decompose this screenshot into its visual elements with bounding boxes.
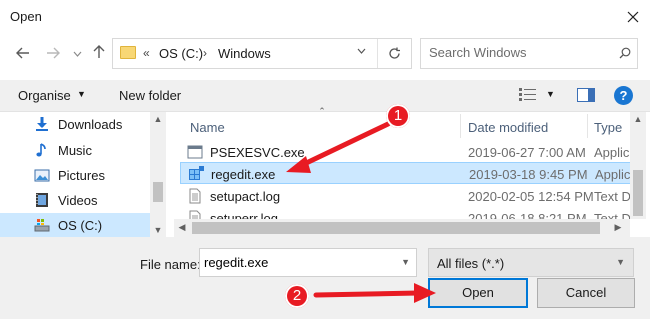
nav-item-downloads[interactable]: Downloads <box>0 112 150 137</box>
file-name: setupact.log <box>210 189 281 204</box>
search-input[interactable] <box>429 45 609 60</box>
recent-locations-button[interactable] <box>68 45 86 63</box>
column-header-name[interactable]: Name <box>190 120 225 135</box>
annotation-callout-2: 2 <box>285 284 309 308</box>
search-icon <box>619 47 631 62</box>
close-button[interactable] <box>616 0 650 34</box>
pictures-icon <box>34 167 50 183</box>
nav-item-os-c[interactable]: OS (C:) <box>0 213 150 238</box>
breadcrumb-os-c[interactable]: OS (C:) <box>159 46 203 61</box>
chevron-down-icon[interactable]: ▼ <box>401 257 410 267</box>
horizontal-scrollbar[interactable]: ◀ ▶ <box>174 219 630 237</box>
forward-arrow-icon <box>47 47 60 59</box>
nav-label: Music <box>58 143 92 158</box>
file-row-selected[interactable]: regedit.exe 2019-03-18 9:45 PM Applica <box>180 162 638 184</box>
cancel-button[interactable]: Cancel <box>537 278 635 308</box>
file-name-combo[interactable]: ▼ <box>199 248 417 277</box>
back-button[interactable] <box>14 45 32 63</box>
nav-item-music[interactable]: Music <box>0 138 150 163</box>
view-dropdown-icon[interactable]: ▼ <box>546 89 555 99</box>
organise-button[interactable]: Organise <box>18 88 71 103</box>
folder-icon <box>120 46 136 59</box>
new-folder-button[interactable]: New folder <box>119 88 181 103</box>
chevron-down-icon <box>73 51 81 57</box>
back-arrow-icon <box>16 47 29 59</box>
file-name: setuperr.log <box>210 211 278 219</box>
music-note-icon <box>34 142 50 158</box>
up-arrow-icon <box>93 45 105 58</box>
file-list-scrollbar[interactable]: ▲ <box>630 112 646 219</box>
file-row[interactable]: PSEXESVC.exe 2019-06-27 7:00 AM Applica <box>180 141 637 163</box>
scroll-up-icon[interactable]: ▲ <box>150 114 166 124</box>
nav-scroll-thumb[interactable] <box>153 182 163 202</box>
dialog-footer: File name: ▼ All files (*.*) ▼ Open Canc… <box>0 237 650 319</box>
nav-item-pictures[interactable]: Pictures <box>0 163 150 188</box>
scroll-right-icon[interactable]: ▶ <box>610 222 626 233</box>
nav-scrollbar[interactable]: ▲ ▼ <box>150 112 166 237</box>
file-date: 2019-06-27 7:00 AM <box>468 145 586 160</box>
chevron-down-icon: ▼ <box>616 257 625 267</box>
application-icon <box>187 144 203 160</box>
address-dropdown-icon[interactable] <box>357 46 366 57</box>
preview-pane-icon[interactable] <box>577 88 595 102</box>
view-options-icon[interactable] <box>518 87 538 106</box>
file-name: regedit.exe <box>211 167 276 182</box>
file-name-input[interactable] <box>204 255 384 270</box>
file-type-select[interactable]: All files (*.*) ▼ <box>428 248 634 277</box>
file-date: 2019-06-18 8:21 PM <box>468 211 587 219</box>
organise-dropdown-icon[interactable]: ▼ <box>77 89 86 99</box>
sort-indicator-icon: ⌃ <box>318 106 326 116</box>
file-date: 2019-03-18 9:45 PM <box>469 167 588 182</box>
address-bar[interactable]: « OS (C:) › Windows <box>112 38 412 69</box>
window-title: Open <box>10 9 42 24</box>
open-button[interactable]: Open <box>428 278 528 308</box>
nav-label: OS (C:) <box>58 218 103 233</box>
file-row[interactable]: setuperr.log 2019-06-18 8:21 PM Text Do <box>180 207 634 219</box>
refresh-icon <box>389 47 400 59</box>
breadcrumb-overflow-icon[interactable]: « <box>143 46 150 60</box>
horizontal-scroll-thumb[interactable] <box>192 222 600 234</box>
refresh-button[interactable] <box>377 39 411 68</box>
up-button[interactable] <box>90 45 108 63</box>
breadcrumb-windows[interactable]: Windows <box>218 46 271 61</box>
nav-label: Pictures <box>58 168 105 183</box>
column-header-date[interactable]: Date modified <box>468 120 548 135</box>
navigation-pane: Downloads Music Pictures Videos OS (C:) … <box>0 112 166 238</box>
scroll-down-icon[interactable]: ▼ <box>150 225 166 235</box>
close-icon <box>627 11 639 23</box>
registry-editor-icon <box>188 166 204 182</box>
scroll-left-icon[interactable]: ◀ <box>174 222 190 233</box>
nav-label: Downloads <box>58 117 123 132</box>
column-divider[interactable] <box>587 114 588 138</box>
text-document-icon <box>187 188 203 204</box>
file-date: 2020-02-05 12:54 PM <box>468 189 594 204</box>
file-row[interactable]: setupact.log 2020-02-05 12:54 PM Text Do <box>180 185 638 207</box>
column-header-type[interactable]: Type <box>594 120 622 135</box>
annotation-callout-1: 1 <box>386 104 410 128</box>
file-name: PSEXESVC.exe <box>210 145 305 160</box>
nav-item-videos[interactable]: Videos <box>0 188 150 213</box>
drive-icon <box>34 217 50 233</box>
file-type: Text Do <box>594 211 634 219</box>
help-icon[interactable]: ? <box>614 86 633 105</box>
file-type-value: All files (*.*) <box>437 256 505 271</box>
nav-label: Videos <box>58 193 98 208</box>
breadcrumb-separator-icon[interactable]: › <box>203 46 207 60</box>
column-divider[interactable] <box>460 114 461 138</box>
download-icon <box>34 116 50 132</box>
videos-icon <box>34 192 50 208</box>
file-scroll-thumb[interactable] <box>633 170 643 216</box>
text-document-icon <box>187 210 203 219</box>
title-bar: Open <box>0 0 650 34</box>
search-box[interactable] <box>420 38 638 69</box>
file-name-label: File name: <box>140 257 201 272</box>
forward-button[interactable] <box>44 45 62 63</box>
scroll-up-icon[interactable]: ▲ <box>630 114 646 124</box>
